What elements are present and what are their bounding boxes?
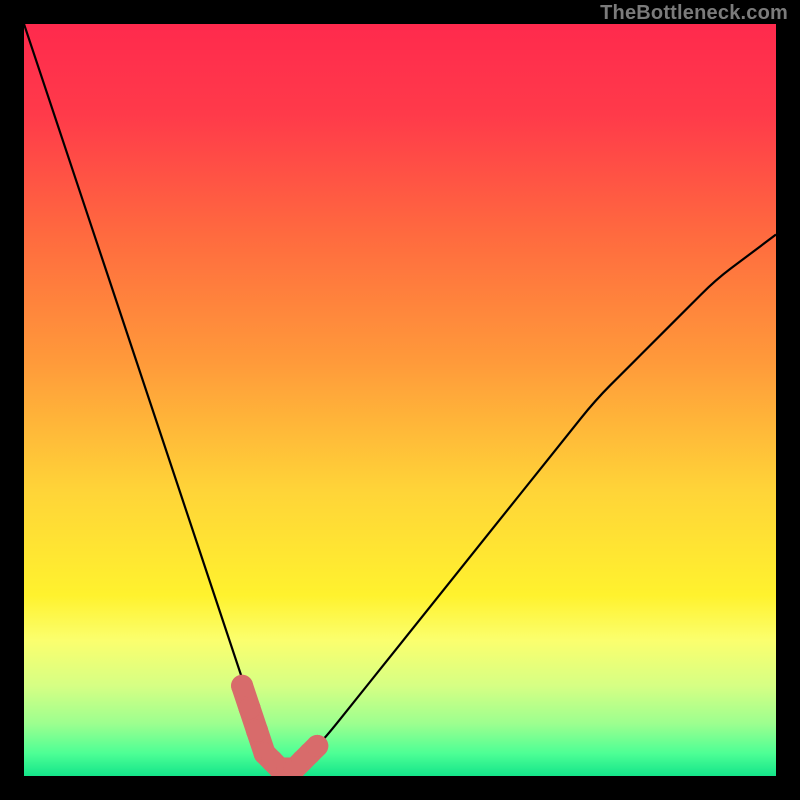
marker-dot	[246, 720, 268, 742]
marker-dot	[231, 675, 253, 697]
highlighted-markers	[231, 675, 328, 776]
marker-dot	[239, 697, 261, 719]
chart-frame: TheBottleneck.com	[0, 0, 800, 800]
bottleneck-curve	[24, 24, 776, 768]
plot-area	[24, 24, 776, 776]
watermark-text: TheBottleneck.com	[600, 2, 788, 25]
curve-layer	[24, 24, 776, 776]
marker-dot	[306, 735, 328, 757]
